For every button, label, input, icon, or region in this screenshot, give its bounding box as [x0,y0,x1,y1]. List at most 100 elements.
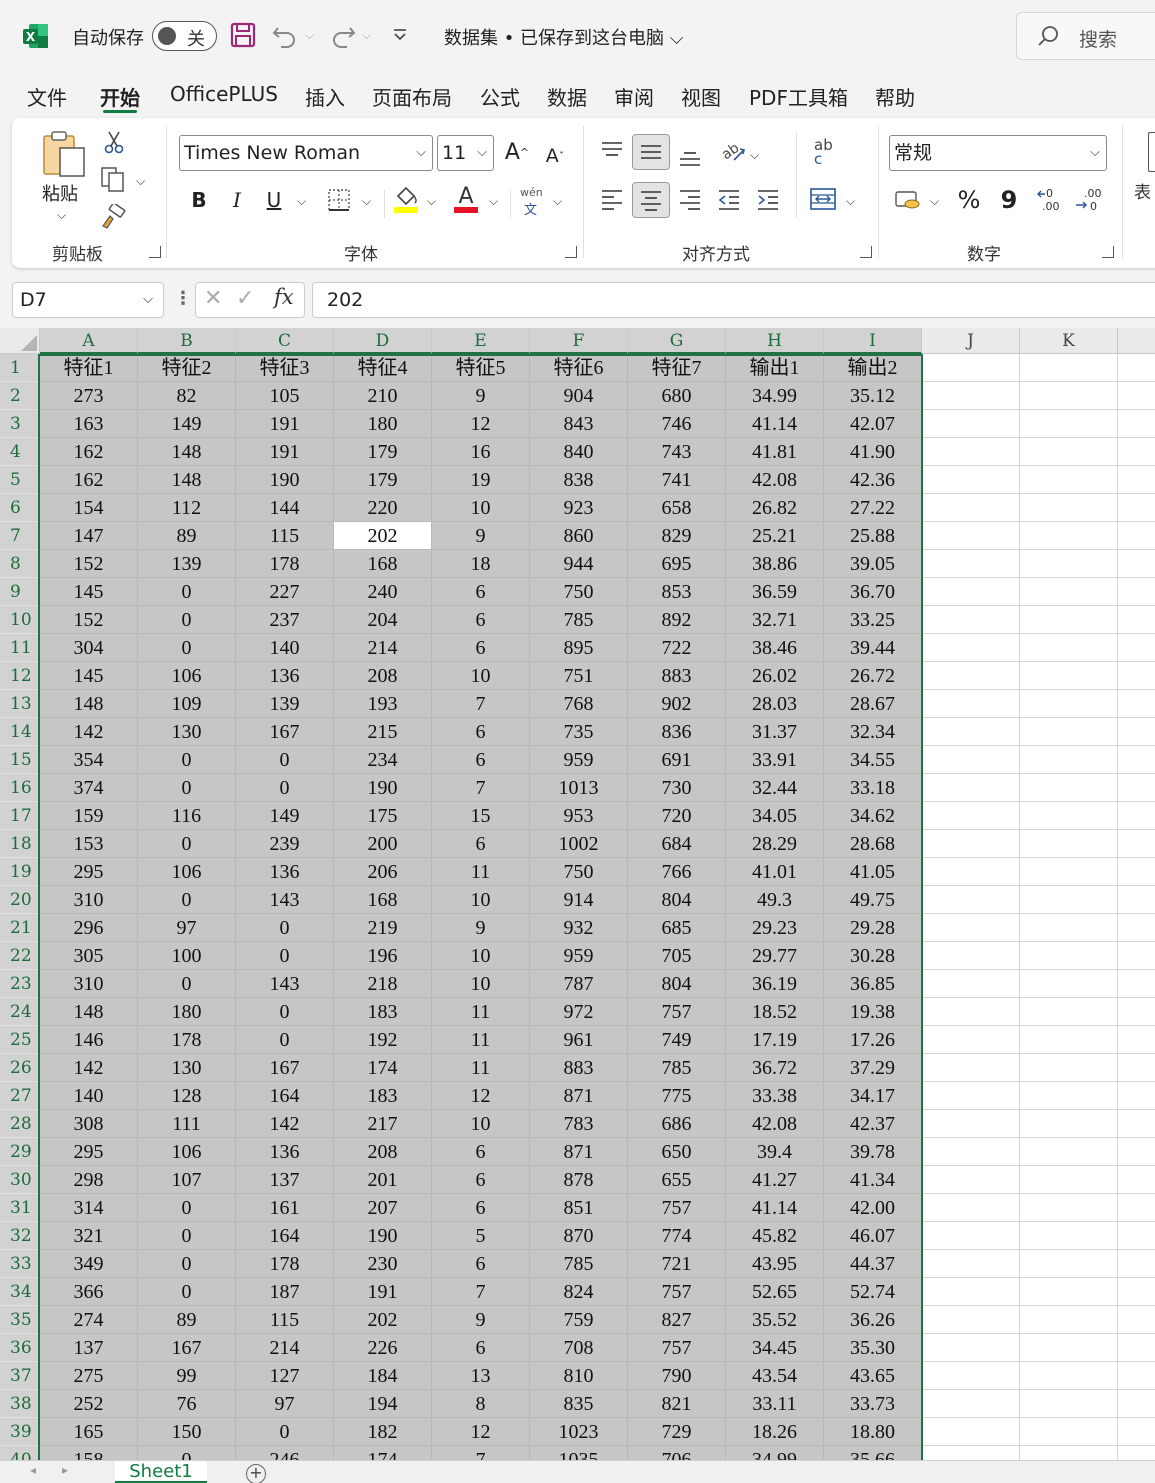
table-cell[interactable]: 142 [40,718,138,746]
table-cell[interactable]: 182 [334,1418,432,1446]
table-cell[interactable] [1020,1026,1118,1054]
table-cell[interactable]: 230 [334,1250,432,1278]
table-cell[interactable]: 768 [530,690,628,718]
table-cell[interactable]: 183 [334,998,432,1026]
table-cell[interactable]: 18.80 [824,1418,922,1446]
table-cell[interactable]: 136 [236,1138,334,1166]
table-cell[interactable]: 33.25 [824,606,922,634]
table-cell[interactable]: 12 [432,410,530,438]
table-cell[interactable] [1020,662,1118,690]
table-cell[interactable]: 39.44 [824,634,922,662]
table-cell[interactable]: 106 [138,858,236,886]
table-cell[interactable]: 944 [530,550,628,578]
table-cell[interactable]: 42.07 [824,410,922,438]
table-cell[interactable]: 106 [138,662,236,690]
column-header-more[interactable] [1118,328,1155,354]
table-cell[interactable] [1020,466,1118,494]
table-cell[interactable] [922,774,1020,802]
accounting-dropdown-icon[interactable]: ⌵ [930,194,939,209]
table-cell[interactable] [922,354,1020,382]
table-cell[interactable]: 695 [628,550,726,578]
table-cell[interactable] [1118,1250,1155,1278]
row-header[interactable]: 36 [0,1334,40,1362]
table-cell[interactable]: 35.66 [824,1446,922,1460]
table-cell[interactable] [922,634,1020,662]
table-cell[interactable]: 184 [334,1362,432,1390]
column-title-cell[interactable]: 特征2 [138,354,236,382]
table-cell[interactable]: 304 [40,634,138,662]
row-header[interactable]: 11 [0,634,40,662]
table-cell[interactable]: 0 [138,774,236,802]
align-center-button[interactable] [632,182,670,218]
table-cell[interactable]: 162 [40,466,138,494]
table-cell[interactable]: 829 [628,522,726,550]
table-cell[interactable]: 0 [236,774,334,802]
table-cell[interactable]: 821 [628,1390,726,1418]
table-cell[interactable]: 191 [334,1278,432,1306]
table-cell[interactable]: 179 [334,466,432,494]
table-cell[interactable] [1020,1166,1118,1194]
table-cell[interactable]: 29.23 [726,914,824,942]
table-cell[interactable] [1020,1278,1118,1306]
table-cell[interactable]: 6 [432,634,530,662]
table-cell[interactable]: 208 [334,662,432,690]
table-cell[interactable]: 106 [138,1138,236,1166]
table-cell[interactable]: 29.77 [726,942,824,970]
table-cell[interactable]: 38.46 [726,634,824,662]
table-cell[interactable] [1118,1390,1155,1418]
row-header[interactable]: 24 [0,998,40,1026]
table-cell[interactable]: 218 [334,970,432,998]
table-cell[interactable]: 787 [530,970,628,998]
column-header-e[interactable]: E [432,328,530,354]
table-cell[interactable] [1020,746,1118,774]
table-cell[interactable]: 208 [334,1138,432,1166]
table-cell[interactable] [922,410,1020,438]
table-cell[interactable]: 41.27 [726,1166,824,1194]
row-header[interactable]: 19 [0,858,40,886]
percent-style-button[interactable]: % [954,184,984,216]
table-cell[interactable]: 167 [236,718,334,746]
table-cell[interactable]: 153 [40,830,138,858]
table-cell[interactable]: 33.73 [824,1390,922,1418]
table-cell[interactable]: 36.59 [726,578,824,606]
table-cell[interactable]: 16 [432,438,530,466]
table-cell[interactable]: 174 [334,1446,432,1460]
column-title-cell[interactable]: 输出2 [824,354,922,382]
table-cell[interactable] [1020,354,1118,382]
table-cell[interactable]: 743 [628,438,726,466]
column-title-cell[interactable]: 特征6 [530,354,628,382]
table-cell[interactable]: 314 [40,1194,138,1222]
table-cell[interactable] [922,1418,1020,1446]
row-header[interactable]: 37 [0,1362,40,1390]
row-header[interactable]: 25 [0,1026,40,1054]
table-cell[interactable]: 41.34 [824,1166,922,1194]
table-cell[interactable]: 164 [236,1082,334,1110]
column-title-cell[interactable]: 特征1 [40,354,138,382]
table-cell[interactable] [922,1054,1020,1082]
table-cell[interactable]: 190 [334,774,432,802]
table-cell[interactable]: 196 [334,942,432,970]
insert-function-icon[interactable]: fx [274,285,294,309]
row-header[interactable]: 3 [0,410,40,438]
table-cell[interactable]: 9 [432,522,530,550]
borders-icon[interactable] [327,188,351,212]
align-middle-button[interactable] [632,134,670,170]
table-cell[interactable] [1118,606,1155,634]
table-cell[interactable]: 691 [628,746,726,774]
table-cell[interactable]: 827 [628,1306,726,1334]
table-cell[interactable]: 804 [628,970,726,998]
table-cell[interactable]: 0 [138,886,236,914]
tab-data[interactable]: 数据 [547,82,587,111]
table-cell[interactable] [922,550,1020,578]
table-cell[interactable]: 214 [236,1334,334,1362]
table-cell[interactable]: 39.05 [824,550,922,578]
table-cell[interactable] [1020,1362,1118,1390]
table-cell[interactable]: 295 [40,858,138,886]
row-header[interactable]: 23 [0,970,40,998]
row-header[interactable]: 38 [0,1390,40,1418]
table-cell[interactable]: 0 [236,998,334,1026]
table-cell[interactable]: 99 [138,1362,236,1390]
table-cell[interactable] [1020,1110,1118,1138]
align-right-icon[interactable] [678,188,702,210]
table-cell[interactable]: 49.3 [726,886,824,914]
